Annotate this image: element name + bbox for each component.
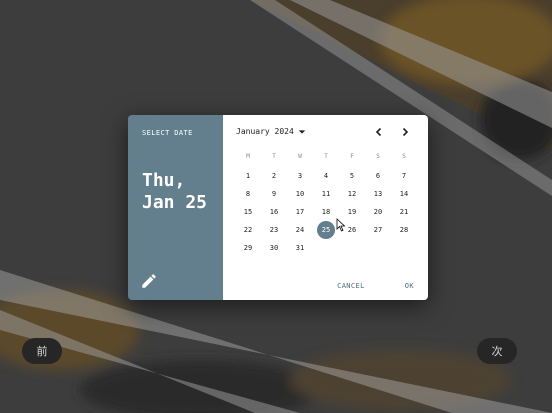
calendar-day[interactable]: 7 [391, 167, 417, 185]
calendar-day[interactable]: 8 [235, 185, 261, 203]
calendar-day[interactable]: 24 [287, 221, 313, 239]
calendar-day[interactable]: 23 [261, 221, 287, 239]
month-year-label: January 2024 [236, 127, 294, 136]
weekday-label: F [350, 153, 354, 160]
next-page-button[interactable]: 次 [477, 338, 517, 364]
calendar-day[interactable]: 2 [261, 167, 287, 185]
month-year-dropdown[interactable]: January 2024 [236, 127, 306, 136]
calendar-day[interactable]: 11 [313, 185, 339, 203]
date-picker-dialog: SELECT DATE Thu, Jan 25 January 2024 M T… [128, 115, 428, 300]
calendar-day[interactable]: 22 [235, 221, 261, 239]
calendar-day[interactable]: 27 [365, 221, 391, 239]
calendar-day[interactable]: 31 [287, 239, 313, 257]
calendar-day[interactable]: 10 [287, 185, 313, 203]
calendar-day[interactable]: 29 [235, 239, 261, 257]
chevron-left-icon [375, 127, 382, 137]
mouse-cursor-icon [336, 218, 346, 232]
calendar-week-row: 22 23 24 25 26 27 28 [235, 221, 417, 239]
calendar-day[interactable]: 20 [365, 203, 391, 221]
calendar-empty-cell [391, 239, 417, 257]
calendar-day[interactable]: 14 [391, 185, 417, 203]
weekday-label: S [402, 153, 406, 160]
pencil-icon[interactable] [140, 272, 158, 290]
calendar-day[interactable]: 13 [365, 185, 391, 203]
dialog-actions: CANCEL OK [337, 282, 414, 290]
calendar-week-row: 15 16 17 18 19 20 21 [235, 203, 417, 221]
weekday-label: T [324, 153, 328, 160]
calendar-day[interactable]: 9 [261, 185, 287, 203]
weekday-label: W [298, 153, 302, 160]
next-month-button[interactable] [398, 125, 412, 139]
calendar-empty-cell [339, 239, 365, 257]
calendar-empty-cell [313, 239, 339, 257]
calendar-week-row: 1234567 [235, 167, 417, 185]
prev-month-button[interactable] [372, 125, 386, 139]
selected-date: Jan 25 [142, 192, 208, 213]
calendar-day[interactable]: 5 [339, 167, 365, 185]
calendar-empty-cell [365, 239, 391, 257]
ok-button[interactable]: OK [405, 282, 414, 290]
chevron-right-icon [402, 127, 409, 137]
weekday-header-row: M T W T F S S [235, 153, 417, 160]
selected-weekday: Thu, [142, 170, 186, 191]
date-picker-header: SELECT DATE Thu, Jan 25 [128, 115, 223, 300]
selected-date-title: Thu, Jan 25 [142, 170, 207, 214]
calendar-day[interactable]: 1 [235, 167, 261, 185]
calendar-panel: January 2024 M T W T F S S 1 2 3 4 5 6 7 8 9 10 11… [223, 115, 428, 300]
weekday-label: S [376, 153, 380, 160]
calendar-day[interactable]: 30 [261, 239, 287, 257]
previous-page-button[interactable]: 前 [22, 338, 62, 364]
calendar-day[interactable]: 28 [391, 221, 417, 239]
calendar-week-row: 29 30 31 [235, 239, 417, 257]
calendar-day[interactable]: 3 [287, 167, 313, 185]
weekday-label: M [246, 153, 250, 160]
calendar-week-row: 8 9 10 11 12 13 14 [235, 185, 417, 203]
cancel-button[interactable]: CANCEL [337, 282, 365, 290]
calendar-day[interactable]: 16 [261, 203, 287, 221]
calendar-day[interactable]: 4 [313, 167, 339, 185]
calendar-day[interactable]: 15 [235, 203, 261, 221]
calendar-day[interactable]: 6 [365, 167, 391, 185]
caret-down-icon [298, 129, 305, 134]
calendar-day[interactable]: 12 [339, 185, 365, 203]
calendar-day[interactable]: 17 [287, 203, 313, 221]
select-date-label: SELECT DATE [142, 129, 193, 137]
calendar-day[interactable]: 21 [391, 203, 417, 221]
weekday-label: T [272, 153, 276, 160]
